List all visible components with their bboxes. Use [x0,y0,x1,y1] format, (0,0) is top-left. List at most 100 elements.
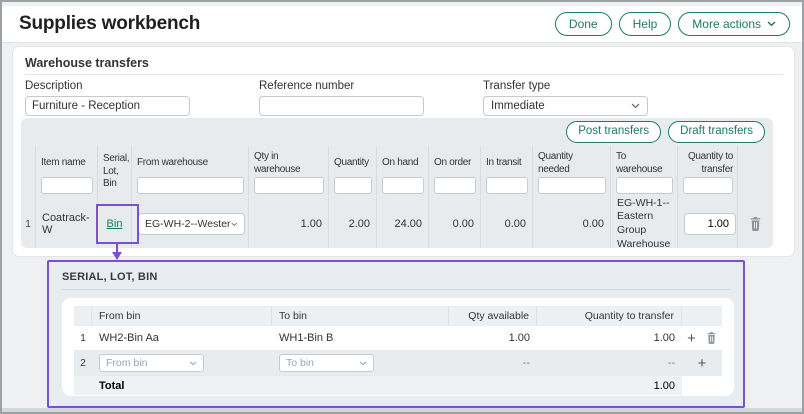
on-order-cell: 0.00 [429,200,481,248]
transfer-type-select[interactable]: Immediate [483,96,648,116]
header-actions [738,146,773,200]
header-serial-lot-bin: Serial, Lot, Bin [98,146,132,200]
bin-row1-to-bin: WH1-Bin B [272,326,449,351]
header-quantity-label: Quantity [334,150,372,177]
bin-row2-to-bin: To bin [272,351,449,376]
panel-divider [62,289,730,290]
bin-row1-from-bin: WH2-Bin Aa [92,326,272,351]
in-transit-cell: 0.00 [481,200,533,248]
filter-quantity-needed[interactable] [538,177,606,194]
on-hand-cell: 24.00 [377,200,429,248]
plus-icon: + [687,331,696,346]
to-bin-select[interactable]: To bin [279,354,374,372]
from-warehouse-select[interactable]: EG-WH-2--Western Gr [138,213,245,235]
help-button[interactable]: Help [619,12,672,36]
filter-on-hand[interactable] [382,177,424,194]
bin-header-qty-available: Qty available [449,306,537,326]
description-label: Description [25,80,190,92]
header-quantity-to-transfer: Quantity to transfer [678,146,738,200]
bin-row1-number: 1 [74,326,92,351]
done-button[interactable]: Done [555,12,612,36]
chevron-down-icon [767,21,776,27]
header-rownum [21,146,36,200]
bin-header-from-bin: From bin [92,306,272,326]
header-to-warehouse-label: To warehouse [616,150,673,177]
serial-lot-bin-panel: SERIAL, LOT, BIN From bin To bin Qty ava… [47,260,745,408]
delete-bin-row-button[interactable] [704,330,719,346]
bin-row2-actions: + [682,351,722,376]
help-button-label: Help [633,17,658,31]
bin-row2-qty-available: -- [449,351,537,376]
reference-number-field: Reference number [259,80,424,116]
chevron-down-icon [189,361,197,366]
header-on-order: On order [429,146,481,200]
chevron-down-icon [231,222,238,227]
header-from-warehouse: From warehouse [132,146,249,200]
bottom-edge-strip [2,408,802,412]
total-actions-empty [682,376,722,395]
add-bin-row-button[interactable]: + [685,329,698,348]
filter-on-order[interactable] [434,177,476,194]
transfer-type-label: Transfer type [483,80,648,92]
top-bar: Supplies workbench Done Help More action… [2,6,802,43]
more-actions-button[interactable]: More actions [678,12,790,36]
bin-highlight-rectangle [96,204,139,244]
quantity-to-transfer-input[interactable] [684,213,736,235]
from-bin-placeholder: From bin [106,357,147,369]
bin-header-actions [682,306,722,326]
filter-in-transit[interactable] [486,177,528,194]
bin-table: From bin To bin Qty available Quantity t… [74,306,722,395]
done-button-label: Done [569,17,598,31]
header-on-hand-label: On hand [382,150,424,177]
filter-quantity-to-transfer[interactable] [683,177,733,194]
page-title: Supplies workbench [19,13,200,35]
reference-number-label: Reference number [259,80,424,92]
section-divider [25,74,783,75]
row-actions-cell [738,200,773,248]
header-to-warehouse: To warehouse [611,146,678,200]
filter-from-warehouse[interactable] [137,177,244,194]
transfer-type-field: Transfer type Immediate [483,80,648,116]
trash-icon [749,217,762,231]
draft-transfers-label: Draft transfers [680,125,753,139]
chevron-down-icon [631,103,640,109]
row-number: 1 [21,200,36,248]
bin-header-quantity-to-transfer: Quantity to transfer [537,306,682,326]
serial-lot-bin-panel-title: SERIAL, LOT, BIN [62,271,157,283]
from-warehouse-value: EG-WH-2--Western Gr [145,218,231,230]
from-bin-select[interactable]: From bin [99,354,204,372]
bin-row2-number: 2 [74,351,92,376]
delete-row-button[interactable] [747,215,764,233]
bin-row2-from-bin: From bin [92,351,272,376]
to-warehouse-cell: EG-WH-1--Eastern Group Warehouse [611,200,678,248]
description-input[interactable] [25,96,190,116]
bin-header-to-bin: To bin [272,306,449,326]
header-on-order-label: On order [434,150,476,177]
bin-row2-quantity-to-transfer: -- [537,351,682,376]
plus-icon: + [698,356,707,371]
filter-item-name[interactable] [41,177,93,194]
header-qty-in-warehouse-label: Qty in warehouse [254,150,324,177]
filter-quantity[interactable] [334,177,372,194]
qty-in-warehouse-cell: 1.00 [249,200,329,248]
filter-qty-in-warehouse[interactable] [254,177,324,194]
serial-lot-bin-card: From bin To bin Qty available Quantity t… [62,298,734,396]
reference-number-input[interactable] [259,96,424,116]
draft-transfers-button[interactable]: Draft transfers [668,121,765,143]
header-quantity: Quantity [329,146,377,200]
quantity-cell: 2.00 [329,200,377,248]
header-on-hand: On hand [377,146,429,200]
total-row-spacer [74,376,92,395]
total-empty-2 [449,376,537,395]
header-quantity-needed-label: Quantity needed [538,150,606,177]
post-transfers-button[interactable]: Post transfers [566,121,661,143]
filter-to-warehouse[interactable] [616,177,673,194]
add-bin-row-button[interactable]: + [696,354,709,373]
header-in-transit: In transit [481,146,533,200]
chevron-down-icon [359,361,367,366]
annotation-arrowhead [112,252,122,260]
bin-row1-quantity-to-transfer: 1.00 [537,326,682,351]
total-value: 1.00 [537,376,682,395]
header-item-name: Item name [36,146,98,200]
table-toolbar: Post transfers Draft transfers [21,118,773,146]
